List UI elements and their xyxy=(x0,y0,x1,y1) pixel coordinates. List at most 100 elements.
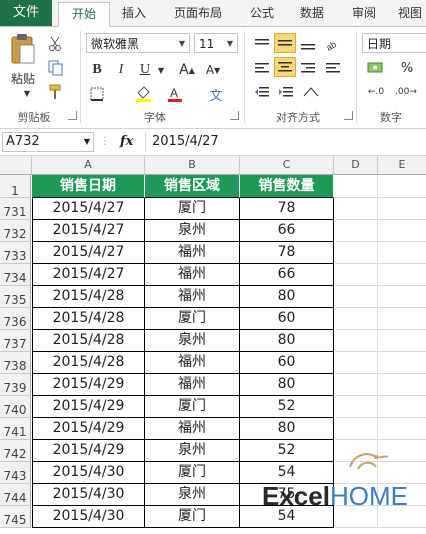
quantity-cell[interactable]: 60 xyxy=(240,352,334,374)
tab-review[interactable]: 审阅 xyxy=(342,0,386,26)
tab-insert[interactable]: 插入 xyxy=(112,0,156,26)
font-color-icon[interactable]: A xyxy=(164,85,186,103)
underline-dropdown-icon[interactable]: ▼ xyxy=(156,61,166,79)
tab-data[interactable]: 数据 xyxy=(290,0,334,26)
row-header[interactable]: 1 xyxy=(0,175,31,198)
alignment-launcher-icon[interactable] xyxy=(344,111,353,120)
date-cell[interactable]: 2015/4/29 xyxy=(32,418,145,440)
region-cell[interactable]: 泉州 xyxy=(145,220,240,242)
tab-formulas[interactable]: 公式 xyxy=(240,0,284,26)
font-size-dropdown[interactable]: 11 ▼ xyxy=(194,33,238,53)
row-header[interactable]: 733 xyxy=(0,242,31,264)
increase-decimal-icon[interactable]: ←.0 xyxy=(364,83,388,101)
quantity-cell[interactable]: 80 xyxy=(240,418,334,440)
italic-button[interactable]: I xyxy=(112,61,130,79)
column-header-a[interactable]: A xyxy=(32,156,145,175)
region-cell[interactable]: 福州 xyxy=(145,418,240,440)
clipboard-launcher-icon[interactable] xyxy=(68,111,77,120)
insert-function-button[interactable]: fx xyxy=(120,132,133,152)
region-cell[interactable]: 福州 xyxy=(145,286,240,308)
tab-page-layout[interactable]: 页面布局 xyxy=(160,0,236,26)
orientation-icon[interactable]: ab xyxy=(322,35,344,53)
region-cell[interactable]: 福州 xyxy=(145,264,240,286)
row-header[interactable]: 732 xyxy=(0,220,31,242)
percent-button[interactable]: % xyxy=(398,59,416,77)
row-header[interactable]: 742 xyxy=(0,440,31,462)
column-header-e[interactable]: E xyxy=(378,156,426,175)
region-cell[interactable]: 泉州 xyxy=(145,440,240,462)
fill-color-icon[interactable] xyxy=(132,85,156,103)
quantity-cell[interactable]: 66 xyxy=(240,264,334,286)
date-cell[interactable]: 2015/4/27 xyxy=(32,242,145,264)
phonetic-button[interactable]: 文 xyxy=(206,85,226,104)
row-header[interactable]: 734 xyxy=(0,264,31,286)
format-painter-icon[interactable] xyxy=(46,83,66,101)
quantity-cell[interactable]: 78 xyxy=(240,242,334,264)
date-cell[interactable]: 2015/4/30 xyxy=(32,506,145,528)
bold-button[interactable]: B xyxy=(88,61,106,79)
tab-home[interactable]: 开始 xyxy=(58,2,110,28)
quantity-cell[interactable]: 52 xyxy=(240,396,334,418)
name-box[interactable]: A732 ▼ xyxy=(2,132,94,152)
date-cell[interactable]: 2015/4/29 xyxy=(32,396,145,418)
select-all-corner[interactable] xyxy=(0,156,32,175)
row-header[interactable]: 740 xyxy=(0,396,31,418)
quantity-cell[interactable]: 60 xyxy=(240,308,334,330)
text-direction-icon[interactable] xyxy=(300,83,322,101)
decrease-font-icon[interactable]: A ▼ xyxy=(202,61,224,79)
region-cell[interactable]: 福州 xyxy=(145,242,240,264)
quantity-cell[interactable]: 80 xyxy=(240,330,334,352)
border-icon[interactable] xyxy=(86,85,108,103)
quantity-cell[interactable]: 78 xyxy=(240,198,334,220)
paste-button[interactable]: 粘贴 xyxy=(4,69,42,87)
align-middle-icon[interactable] xyxy=(274,33,296,53)
row-header[interactable]: 743 xyxy=(0,462,31,484)
align-top-icon[interactable] xyxy=(252,35,272,53)
align-bottom-icon[interactable] xyxy=(298,35,318,53)
formula-input[interactable]: 2015/4/27 xyxy=(152,132,219,152)
region-cell[interactable]: 厦门 xyxy=(145,506,240,528)
column-header-b[interactable]: B xyxy=(145,156,240,175)
align-left-icon[interactable] xyxy=(252,59,272,77)
date-cell[interactable]: 2015/4/28 xyxy=(32,352,145,374)
align-right-icon[interactable] xyxy=(298,59,318,77)
row-header[interactable]: 735 xyxy=(0,286,31,308)
region-cell[interactable]: 厦门 xyxy=(145,396,240,418)
quantity-cell[interactable]: 80 xyxy=(240,286,334,308)
row-header[interactable]: 744 xyxy=(0,484,31,506)
date-cell[interactable]: 2015/4/30 xyxy=(32,484,145,506)
date-cell[interactable]: 2015/4/27 xyxy=(32,198,145,220)
paste-dropdown-icon[interactable]: ▼ xyxy=(20,87,34,99)
tab-view[interactable]: 视图 xyxy=(394,0,426,26)
date-cell[interactable]: 2015/4/28 xyxy=(32,308,145,330)
region-cell[interactable]: 泉州 xyxy=(145,484,240,506)
row-header[interactable]: 736 xyxy=(0,308,31,330)
row-header[interactable]: 739 xyxy=(0,374,31,396)
font-name-dropdown[interactable]: 微软雅黑 ▼ xyxy=(86,33,190,53)
column-header-c[interactable]: C xyxy=(240,156,334,175)
cut-icon[interactable] xyxy=(46,35,64,53)
quantity-cell[interactable]: 66 xyxy=(240,220,334,242)
row-header[interactable]: 745 xyxy=(0,506,31,528)
region-cell[interactable]: 福州 xyxy=(145,374,240,396)
region-cell[interactable]: 福州 xyxy=(145,352,240,374)
decrease-indent-icon[interactable] xyxy=(252,83,272,101)
header-cell-date[interactable]: 销售日期 xyxy=(32,175,145,198)
decrease-decimal-icon[interactable]: .00→ xyxy=(394,83,418,101)
region-cell[interactable]: 厦门 xyxy=(145,198,240,220)
header-cell-region[interactable]: 销售区域 xyxy=(145,175,240,198)
font-launcher-icon[interactable] xyxy=(230,111,239,120)
date-cell[interactable]: 2015/4/27 xyxy=(32,220,145,242)
row-header[interactable]: 731 xyxy=(0,198,31,220)
date-cell[interactable]: 2015/4/30 xyxy=(32,462,145,484)
region-cell[interactable]: 泉州 xyxy=(145,330,240,352)
date-cell[interactable]: 2015/4/29 xyxy=(32,374,145,396)
region-cell[interactable]: 厦门 xyxy=(145,462,240,484)
wrap-text-icon[interactable] xyxy=(322,59,344,77)
row-header[interactable]: 737 xyxy=(0,330,31,352)
number-format-dropdown[interactable]: 日期 xyxy=(362,33,426,53)
increase-indent-icon[interactable] xyxy=(276,83,296,101)
formula-bar-grip-icon[interactable]: ⋮ xyxy=(100,135,110,149)
region-cell[interactable]: 厦门 xyxy=(145,308,240,330)
copy-icon[interactable] xyxy=(46,59,68,77)
